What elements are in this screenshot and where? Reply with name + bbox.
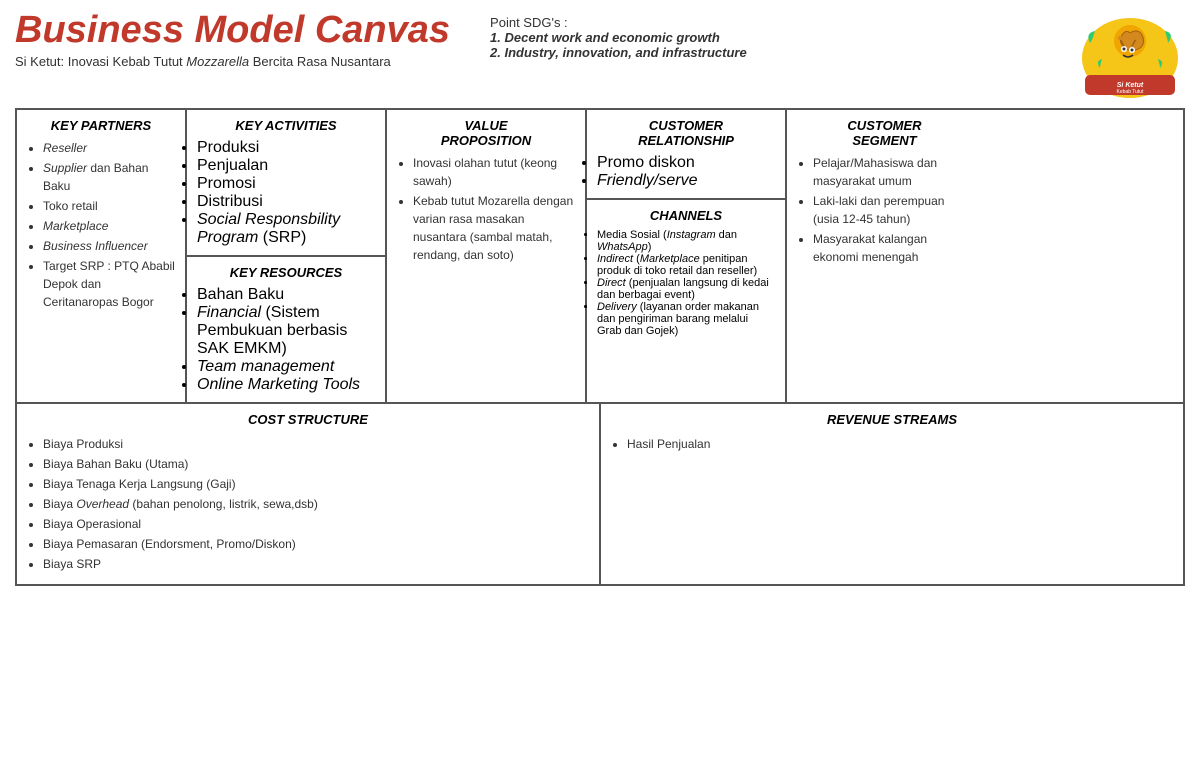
main-title: Business Model Canvas — [15, 10, 450, 52]
list-item: Bahan Baku — [197, 286, 375, 304]
header-center: Point SDG's : 1. Decent work and economi… — [450, 10, 1075, 60]
list-item: Biaya Operasional — [43, 515, 589, 533]
financial-text: Financial — [197, 304, 261, 321]
list-item: Media Sosial (Instagram dan WhatsApp) — [597, 229, 775, 253]
list-item: Hasil Penjualan — [627, 435, 1173, 453]
list-item: Biaya Overhead (bahan penolong, listrik,… — [43, 495, 589, 513]
subtitle-italic: Mozzarella — [186, 54, 249, 69]
list-item: Biaya Bahan Baku (Utama) — [43, 455, 589, 473]
logo: Si Ketut Kebab Tutut — [1075, 10, 1185, 100]
list-item: Team management — [197, 358, 375, 376]
list-item: Biaya Pemasaran (Endorsment, Promo/Disko… — [43, 535, 589, 553]
subtitle-plain: Si Ketut: Inovasi Kebab Tutut — [15, 54, 186, 69]
marketplace-channel-text: Marketplace — [640, 253, 700, 265]
instagram-text: Instagram — [667, 229, 716, 241]
delivery-text: Delivery — [597, 301, 637, 313]
list-item: Kebab tutut Mozarella dengan varian rasa… — [413, 192, 575, 264]
customer-relationship-cell: CUSTOMERRELATIONSHIP Promo diskon Friend… — [587, 110, 785, 200]
list-item: Distribusi — [197, 193, 375, 211]
key-partners-cell: KEY PARTNERS Reseller Supplier dan Bahan… — [17, 110, 187, 402]
list-item: Pelajar/Mahasiswa dan masyarakat umum — [813, 154, 972, 190]
direct-text: Direct — [597, 277, 626, 289]
list-item: Biaya Produksi — [43, 435, 589, 453]
list-item: Business Influencer — [43, 237, 175, 255]
indirect-text: Indirect — [597, 253, 633, 265]
customer-rel-list: Promo diskon Friendly/serve — [597, 154, 775, 190]
svg-text:Kebab Tutut: Kebab Tutut — [1117, 89, 1145, 95]
key-resources-cell: KEY RESOURCES Bahan Baku Financial (Sist… — [187, 257, 385, 402]
list-item: Indirect (Marketplace penitipan produk d… — [597, 253, 775, 277]
list-item: Online Marketing Tools — [197, 376, 375, 394]
list-item: Delivery (layanan order makanan dan peng… — [597, 301, 775, 337]
list-item: Laki-laki dan perempuan (usia 12-45 tahu… — [813, 192, 972, 228]
list-item: Biaya Tenaga Kerja Langsung (Gaji) — [43, 475, 589, 493]
subtitle: Si Ketut: Inovasi Kebab Tutut Mozzarella… — [15, 54, 450, 69]
header-left: Business Model Canvas Si Ketut: Inovasi … — [15, 10, 450, 69]
key-activities-list: Produksi Penjualan Promosi Distribusi So… — [197, 139, 375, 247]
subtitle-end: Bercita Rasa Nusantara — [249, 54, 391, 69]
list-item: Produksi — [197, 139, 375, 157]
list-item: Toko retail — [43, 197, 175, 215]
list-item: Friendly/serve — [597, 172, 775, 190]
value-proposition-title: VALUEPROPOSITION — [397, 118, 575, 148]
list-item: Target SRP : PTQ Ababil Depok dan Cerita… — [43, 257, 175, 311]
list-item: Promosi — [197, 175, 375, 193]
value-proposition-list: Inovasi olahan tutut (keong sawah) Kebab… — [397, 154, 575, 264]
customer-rel-title: CUSTOMERRELATIONSHIP — [597, 118, 775, 148]
revenue-streams-cell: REVENUE STREAMS Hasil Penjualan — [601, 404, 1183, 584]
sdg-item-1: 1. Decent work and economic growth — [490, 30, 1075, 45]
canvas-grid: KEY PARTNERS Reseller Supplier dan Bahan… — [15, 108, 1185, 586]
channels-list: Media Sosial (Instagram dan WhatsApp) In… — [597, 229, 775, 337]
channels-cell: CHANNELS Media Sosial (Instagram dan Wha… — [587, 200, 785, 402]
cost-structure-title: COST STRUCTURE — [27, 412, 589, 427]
sdg-item-2: 2. Industry, innovation, and infrastruct… — [490, 45, 1075, 60]
revenue-streams-title: REVENUE STREAMS — [611, 412, 1173, 427]
header: Business Model Canvas Si Ketut: Inovasi … — [15, 10, 1185, 100]
canvas-bottom-row: COST STRUCTURE Biaya Produksi Biaya Baha… — [17, 404, 1183, 584]
sdg-title: Point SDG's : — [490, 15, 1075, 30]
list-item: Financial (Sistem Pembukuan berbasis SAK… — [197, 304, 375, 358]
key-partners-list: Reseller Supplier dan Bahan Baku Toko re… — [27, 139, 175, 311]
list-item: Reseller — [43, 139, 175, 157]
value-proposition-cell: VALUEPROPOSITION Inovasi olahan tutut (k… — [387, 110, 587, 402]
marketplace-text: Marketplace — [43, 219, 108, 233]
list-item: Social Responsbility Program (SRP) — [197, 211, 375, 247]
logo-image: Si Ketut Kebab Tutut — [1080, 13, 1180, 98]
customer-segment-cell: CUSTOMERSEGMENT Pelajar/Mahasiswa dan ma… — [787, 110, 982, 402]
key-activities-title: KEY ACTIVITIES — [197, 118, 375, 133]
list-item: Biaya SRP — [43, 555, 589, 573]
overhead-text: Overhead — [76, 497, 129, 511]
customer-segment-list: Pelajar/Mahasiswa dan masyarakat umum La… — [797, 154, 972, 266]
supplier-text: Supplier — [43, 161, 87, 175]
reseller-text: Reseller — [43, 141, 87, 155]
svg-text:Si Ketut: Si Ketut — [1117, 82, 1144, 89]
whatsapp-text: WhatsApp — [597, 241, 648, 253]
key-activities-cell: KEY ACTIVITIES Produksi Penjualan Promos… — [187, 110, 385, 257]
online-mkt-text: Online Marketing Tools — [197, 376, 360, 393]
srp-text: Social Responsbility Program — [197, 211, 340, 246]
business-model-canvas-page: Business Model Canvas Si Ketut: Inovasi … — [0, 0, 1200, 784]
cost-structure-list: Biaya Produksi Biaya Bahan Baku (Utama) … — [27, 435, 589, 573]
customer-segment-title: CUSTOMERSEGMENT — [797, 118, 972, 148]
list-item: Penjualan — [197, 157, 375, 175]
key-resources-list: Bahan Baku Financial (Sistem Pembukuan b… — [197, 286, 375, 394]
list-item: Masyarakat kalangan ekonomi menengah — [813, 230, 972, 266]
canvas-top-row: KEY PARTNERS Reseller Supplier dan Bahan… — [17, 110, 1183, 404]
key-activities-column: KEY ACTIVITIES Produksi Penjualan Promos… — [187, 110, 387, 402]
cost-structure-cell: COST STRUCTURE Biaya Produksi Biaya Baha… — [17, 404, 601, 584]
list-item: Supplier dan Bahan Baku — [43, 159, 175, 195]
list-item: Promo diskon — [597, 154, 775, 172]
business-influencer-text: Business Influencer — [43, 239, 148, 253]
revenue-streams-list: Hasil Penjualan — [611, 435, 1173, 453]
key-partners-title: KEY PARTNERS — [27, 118, 175, 133]
team-mgmt-text: Team management — [197, 358, 334, 375]
list-item: Marketplace — [43, 217, 175, 235]
list-item: Inovasi olahan tutut (keong sawah) — [413, 154, 575, 190]
customer-rel-column: CUSTOMERRELATIONSHIP Promo diskon Friend… — [587, 110, 787, 402]
key-resources-title: KEY RESOURCES — [197, 265, 375, 280]
channels-title: CHANNELS — [597, 208, 775, 223]
list-item: Direct (penjualan langsung di kedai dan … — [597, 277, 775, 301]
friendly-serve-text: Friendly/serve — [597, 172, 697, 189]
